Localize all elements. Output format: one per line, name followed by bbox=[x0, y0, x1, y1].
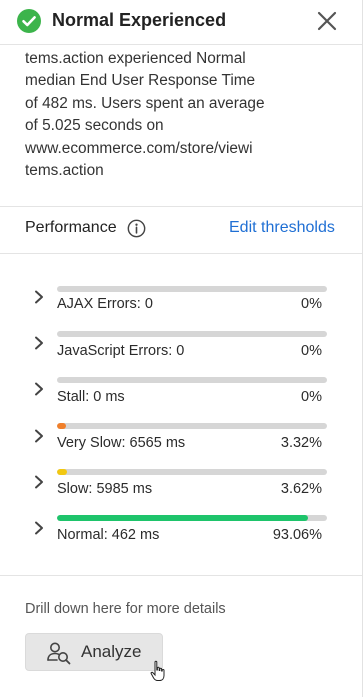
metric-label: Slow: 5985 ms bbox=[57, 481, 153, 497]
check-circle-icon bbox=[17, 9, 41, 33]
metric-label: Normal: 462 ms bbox=[57, 527, 160, 543]
metric-percent: 3.62% bbox=[280, 481, 322, 497]
drill-down-hint: Drill down here for more details bbox=[25, 601, 226, 617]
metric-label: JavaScript Errors: 0 bbox=[57, 343, 185, 359]
panel-header: Normal Experienced bbox=[0, 0, 362, 45]
chevron-right-icon[interactable] bbox=[33, 521, 45, 535]
edit-thresholds-link[interactable]: Edit thresholds bbox=[229, 219, 335, 237]
metric-percent: 3.32% bbox=[280, 435, 322, 451]
metric-bar-track bbox=[57, 469, 327, 475]
metric-bar-track bbox=[57, 515, 327, 521]
metric-percent: 0% bbox=[301, 343, 322, 359]
metric-label: Very Slow: 6565 ms bbox=[57, 435, 186, 451]
description-line: tems.action bbox=[25, 162, 104, 180]
metric-bar-track bbox=[57, 377, 327, 383]
metric-percent: 0% bbox=[301, 389, 322, 405]
metric-bar-fill bbox=[57, 515, 309, 521]
metric-bar-fill bbox=[57, 423, 66, 429]
analyze-button[interactable]: Analyze bbox=[25, 633, 163, 671]
user-search-icon bbox=[47, 642, 71, 665]
metric-label: Stall: 0 ms bbox=[57, 389, 125, 405]
description-line: tems.action experienced Normal bbox=[25, 50, 246, 67]
metric-row-ajax-errors[interactable]: AJAX Errors: 0 0% bbox=[0, 283, 362, 329]
analyze-button-label: Analyze bbox=[81, 642, 142, 661]
metric-row-stall[interactable]: Stall: 0 ms 0% bbox=[0, 375, 362, 421]
section-divider bbox=[0, 253, 362, 254]
section-divider bbox=[0, 206, 362, 207]
performance-title: Performance bbox=[25, 219, 117, 236]
summary-description: tems.action experienced Normal median En… bbox=[25, 48, 325, 182]
hand-cursor-icon bbox=[150, 660, 165, 681]
description-line: of 5.025 seconds on bbox=[25, 117, 164, 135]
metric-percent: 93.06% bbox=[272, 527, 322, 543]
description-line: of 482 ms. Users spent an average bbox=[25, 94, 265, 112]
chevron-right-icon[interactable] bbox=[33, 336, 45, 350]
metric-row-very-slow[interactable]: Very Slow: 6565 ms 3.32% bbox=[0, 421, 362, 467]
description-line: www.ecommerce.com/store/viewi bbox=[25, 139, 253, 157]
chevron-right-icon[interactable] bbox=[33, 429, 45, 443]
metric-row-normal[interactable]: Normal: 462 ms 93.06% bbox=[0, 513, 362, 559]
metric-label: AJAX Errors: 0 bbox=[57, 296, 153, 312]
chevron-right-icon[interactable] bbox=[33, 382, 45, 396]
metric-row-slow[interactable]: Slow: 5985 ms 3.62% bbox=[0, 467, 362, 513]
section-divider bbox=[0, 575, 362, 576]
detail-panel: Normal Experienced tems.action experienc… bbox=[0, 0, 363, 697]
chevron-right-icon[interactable] bbox=[33, 475, 45, 489]
close-icon[interactable] bbox=[315, 9, 339, 33]
metric-bar-track bbox=[57, 423, 327, 429]
info-icon[interactable] bbox=[127, 219, 146, 238]
metric-row-javascript-errors[interactable]: JavaScript Errors: 0 0% bbox=[0, 329, 362, 375]
description-line: median End User Response Time bbox=[25, 72, 256, 90]
metric-bar-fill bbox=[57, 469, 67, 475]
metric-percent: 0% bbox=[301, 296, 322, 312]
chevron-right-icon[interactable] bbox=[33, 290, 45, 304]
metric-bar-track bbox=[57, 331, 327, 337]
metric-bar-track bbox=[57, 286, 327, 292]
panel-title: Normal Experienced bbox=[52, 10, 227, 30]
